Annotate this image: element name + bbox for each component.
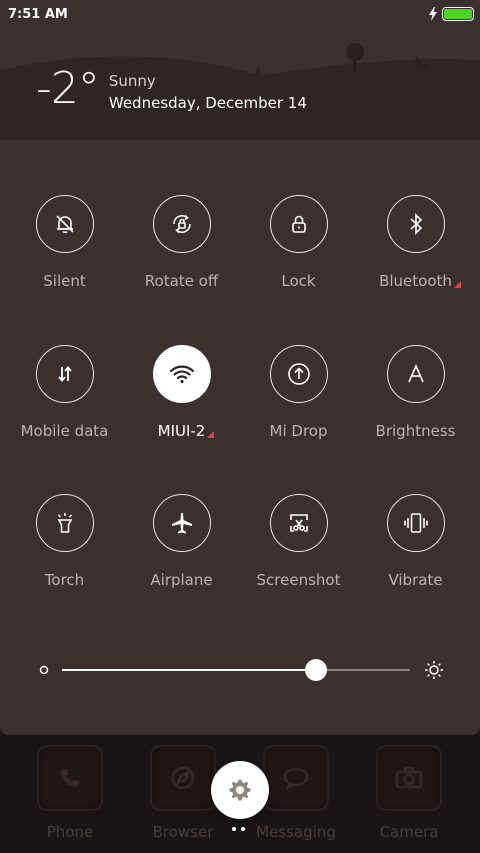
- page-dot: [241, 827, 245, 831]
- toggle-label: Torch: [44, 571, 85, 589]
- dock-label: Camera: [379, 823, 439, 841]
- screenshot-icon: [289, 514, 308, 532]
- dock-label: Messaging: [256, 823, 336, 841]
- toggle-vibrate[interactable]: Vibrate: [357, 494, 474, 589]
- more-settings-indicator: [453, 281, 461, 288]
- browser-icon: [150, 745, 216, 811]
- wifi-icon: [169, 365, 194, 384]
- toggle-label: MIUI-2: [158, 422, 215, 440]
- toggle-label: Brightness: [375, 422, 456, 440]
- toggle-vibrate-button[interactable]: [386, 494, 445, 552]
- padlock-icon: [291, 215, 306, 233]
- toggle-label: Bluetooth: [379, 272, 461, 290]
- page-dot: [232, 827, 236, 831]
- toggle-bluetooth-button[interactable]: [386, 195, 445, 253]
- toggle-mi-drop[interactable]: Mi Drop: [240, 345, 357, 440]
- camera-icon: [376, 745, 442, 811]
- toggle-lock-button[interactable]: [269, 195, 328, 253]
- gear-icon: [229, 779, 251, 801]
- toggle-wifi[interactable]: MIUI-2: [123, 345, 240, 440]
- toggle-bluetooth[interactable]: Bluetooth: [357, 195, 474, 290]
- toggle-brightness-button[interactable]: [386, 345, 445, 403]
- dock-camera[interactable]: Camera: [359, 745, 459, 841]
- brightness-slider[interactable]: [38, 656, 444, 684]
- brightness-high-icon: [425, 661, 443, 679]
- toggle-torch-button[interactable]: [35, 494, 94, 552]
- toggle-airplane[interactable]: Airplane: [123, 494, 240, 589]
- slider-thumb[interactable]: [305, 659, 328, 681]
- phone-icon: [37, 745, 103, 811]
- toggle-label: Mobile data: [20, 422, 109, 440]
- toggle-screenshot-button[interactable]: [269, 494, 328, 552]
- slider-track[interactable]: [62, 659, 410, 681]
- charging-icon: [429, 7, 437, 21]
- toggle-mobile-data[interactable]: Mobile data: [6, 345, 123, 440]
- battery-icon: [442, 7, 474, 21]
- bell-off-icon: [55, 215, 74, 234]
- mobile-data-icon: [57, 366, 72, 382]
- clock: 7:51 AM: [8, 6, 68, 22]
- dock-phone[interactable]: Phone: [20, 745, 120, 841]
- slider-fill: [62, 669, 317, 671]
- toggle-wifi-button[interactable]: [152, 345, 211, 403]
- weather-widget[interactable]: -2° Sunny Wednesday, December 14: [36, 63, 307, 114]
- toggle-label: Airplane: [150, 571, 213, 589]
- date-label: Wednesday, December 14: [108, 94, 307, 112]
- status-bar: 7:51 AM: [0, 0, 480, 28]
- toggle-label: Silent: [43, 272, 86, 290]
- page-indicator: [232, 827, 245, 831]
- toggle-label: Screenshot: [256, 571, 341, 589]
- toggle-brightness[interactable]: Brightness: [357, 345, 474, 440]
- toggle-rotate[interactable]: Rotate off: [123, 195, 240, 290]
- toggle-label: Rotate off: [144, 272, 219, 290]
- dock-label: Browser: [152, 823, 214, 841]
- torch-icon: [57, 513, 72, 533]
- vibrate-icon: [403, 513, 428, 533]
- toggle-label: Mi Drop: [269, 422, 328, 440]
- toggle-mi-drop-button[interactable]: [269, 345, 328, 403]
- toggle-airplane-button[interactable]: [152, 494, 211, 552]
- toggle-mobile-data-button[interactable]: [35, 345, 94, 403]
- toggle-rotate-button[interactable]: [152, 195, 211, 253]
- toggle-torch[interactable]: Torch: [6, 494, 123, 589]
- bluetooth-icon: [409, 213, 422, 235]
- auto-brightness-icon: [407, 364, 424, 383]
- toggle-silent-button[interactable]: [35, 195, 94, 253]
- toggle-lock[interactable]: Lock: [240, 195, 357, 290]
- toggle-silent[interactable]: Silent: [6, 195, 123, 290]
- rotate-lock-icon: [172, 214, 191, 234]
- battery-level: [444, 9, 472, 19]
- toggle-label: Vibrate: [388, 571, 443, 589]
- toggle-screenshot[interactable]: Screenshot: [240, 494, 357, 589]
- settings-button[interactable]: [211, 761, 269, 819]
- airplane-icon: [171, 513, 192, 534]
- dock-label: Phone: [46, 823, 94, 841]
- more-settings-indicator: [207, 431, 215, 438]
- control-center-panel: 7:51 AM -2° Sunny Wednesday, December 14…: [0, 0, 480, 735]
- mi-drop-icon: [287, 363, 310, 385]
- temperature: -2°: [36, 63, 100, 114]
- toggle-label: Lock: [281, 272, 316, 290]
- brightness-low-icon: [39, 665, 49, 675]
- weather-condition: Sunny: [108, 72, 156, 90]
- messaging-icon: [263, 745, 329, 811]
